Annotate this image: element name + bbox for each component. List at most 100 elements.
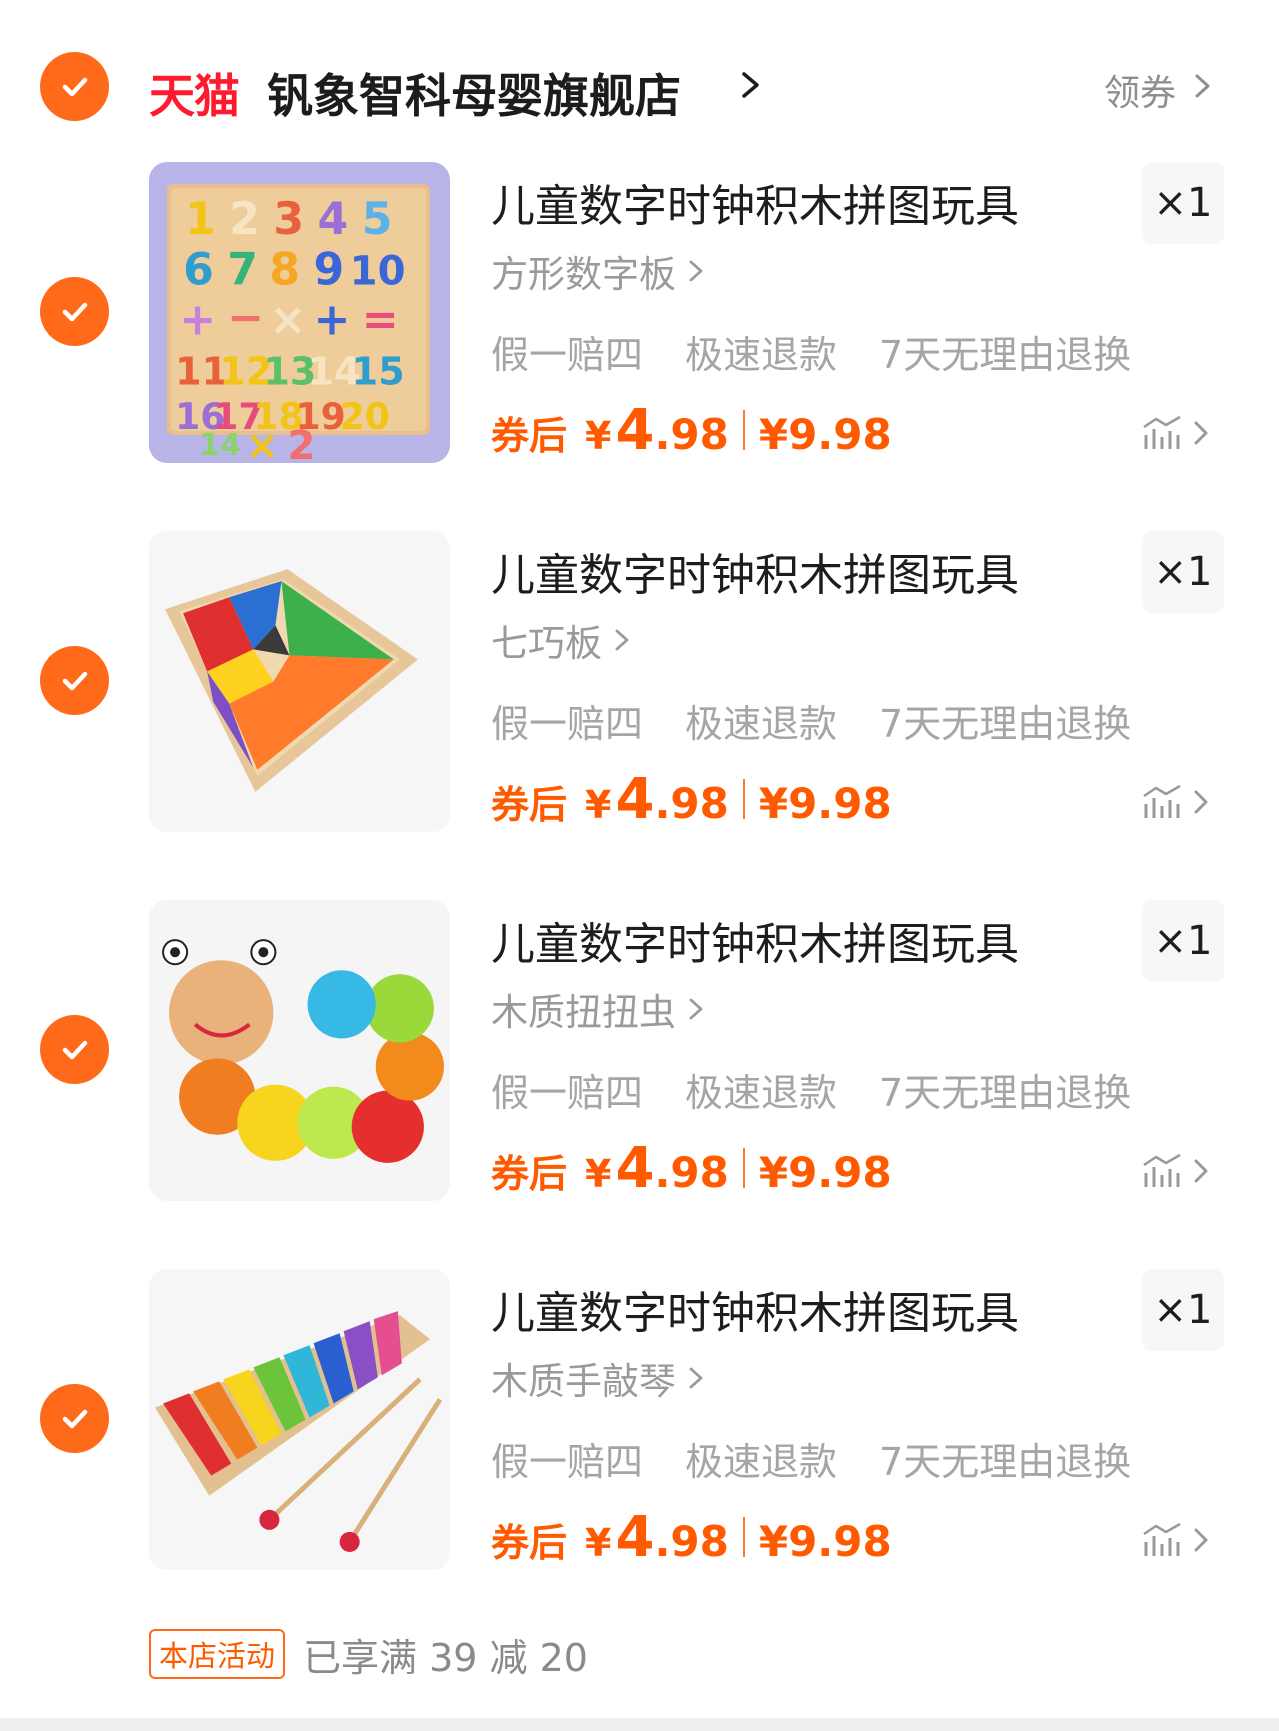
chevron-right-icon <box>689 1367 703 1389</box>
guarantee-tag: 假一赔四 <box>491 1440 644 1484</box>
svg-text:=: = <box>362 295 399 346</box>
price-divider <box>742 1148 745 1188</box>
price-divider <box>742 410 745 450</box>
checkmark-icon <box>62 1040 87 1059</box>
currency-symbol: ¥ <box>585 414 612 458</box>
svg-text:8: 8 <box>269 244 300 295</box>
original-price: ¥9.98 <box>758 410 892 459</box>
cart-item: 儿童数字时钟积木拼图玩具 ×1 七巧板 假一赔四 极速退款 7天无理由退换 券后 ¥… <box>0 531 1279 836</box>
chevron-right-icon <box>615 629 629 651</box>
guarantee-tag: 极速退款 <box>685 1071 838 1115</box>
cart-item: 儿童数字时钟积木拼图玩具 ×1 木质扭扭虫 假一赔四 极速退款 7天无理由退换 券后… <box>0 900 1279 1205</box>
price-label: 券后 <box>491 1521 568 1565</box>
svg-text:+: + <box>179 295 216 346</box>
item-title[interactable]: 儿童数字时钟积木拼图玩具 <box>491 1277 1019 1341</box>
shop-name-link[interactable]: 钒象智科母婴旗舰店 <box>267 60 681 126</box>
svg-text:20: 20 <box>340 395 390 438</box>
item-spec-selector[interactable]: 木质手敲琴 <box>491 1351 706 1405</box>
svg-text:1: 1 <box>185 194 216 245</box>
chevron-right-icon <box>689 998 703 1020</box>
checkmark-icon <box>62 302 87 321</box>
svg-text:2: 2 <box>287 423 315 463</box>
price-row: 券后 ¥ 4 .98 ¥9.98 <box>491 398 892 463</box>
cart-item: 12345 6 7 8 9 10 + − × + = 11 12 13 14 15 16 17 18 19 20… <box>0 162 1279 467</box>
price-row: 券后 ¥ 4 .98 ¥9.98 <box>491 1505 892 1570</box>
price-divider <box>742 1517 745 1557</box>
item-title[interactable]: 儿童数字时钟积木拼图玩具 <box>491 539 1019 603</box>
tmall-logo: 天猫 <box>149 69 240 123</box>
item-select-checkbox[interactable] <box>40 277 109 346</box>
item-spec-selector[interactable]: 方形数字板 <box>491 244 706 298</box>
guarantee-tag: 7天无理由退换 <box>879 333 1132 377</box>
svg-text:×: × <box>245 423 279 463</box>
price-row: 券后 ¥ 4 .98 ¥9.98 <box>491 1136 892 1201</box>
item-select-checkbox[interactable] <box>40 646 109 715</box>
svg-text:5: 5 <box>362 194 393 245</box>
item-select-checkbox[interactable] <box>40 1015 109 1084</box>
checkmark-icon <box>62 671 87 690</box>
original-price: ¥9.98 <box>758 1148 892 1197</box>
item-select-checkbox[interactable] <box>40 1384 109 1453</box>
item-title[interactable]: 儿童数字时钟积木拼图玩具 <box>491 170 1019 234</box>
price-label: 券后 <box>491 1152 568 1196</box>
price-row: 券后 ¥ 4 .98 ¥9.98 <box>491 767 892 832</box>
guarantee-tag: 7天无理由退换 <box>879 702 1132 746</box>
price-trend-icon[interactable] <box>1140 782 1216 822</box>
chevron-right-icon[interactable] <box>738 70 764 100</box>
price-decimal: .98 <box>654 410 729 459</box>
get-coupon-link[interactable]: 领券 <box>1104 64 1176 116</box>
service-guarantees: 假一赔四 极速退款 7天无理由退换 <box>491 324 1173 379</box>
guarantee-tag: 7天无理由退换 <box>879 1440 1132 1484</box>
svg-text:9: 9 <box>314 244 345 295</box>
svg-text:−: − <box>227 293 264 344</box>
currency-symbol: ¥ <box>585 1521 612 1565</box>
guarantee-tag: 假一赔四 <box>491 1071 644 1115</box>
quantity-selector[interactable]: ×1 <box>1142 162 1224 244</box>
tangram-image[interactable] <box>149 531 450 832</box>
original-price: ¥9.98 <box>758 779 892 828</box>
checkmark-icon <box>62 77 87 96</box>
quantity-selector[interactable]: ×1 <box>1142 900 1224 982</box>
guarantee-tag: 极速退款 <box>685 1440 838 1484</box>
item-spec-label: 七巧板 <box>491 622 602 665</box>
price-decimal: .98 <box>654 1517 729 1566</box>
price-trend-icon[interactable] <box>1140 413 1216 453</box>
price-integer: 4 <box>615 398 655 463</box>
item-spec-selector[interactable]: 七巧板 <box>491 613 632 667</box>
store-promotion[interactable]: 本店活动 已享满 39 减 20 <box>149 1629 588 1680</box>
svg-text:6: 6 <box>183 244 214 295</box>
item-spec-label: 木质扭扭虫 <box>491 991 676 1034</box>
item-spec-selector[interactable]: 木质扭扭虫 <box>491 982 706 1036</box>
currency-symbol: ¥ <box>585 783 612 827</box>
original-price: ¥9.98 <box>758 1517 892 1566</box>
shop-select-checkbox[interactable] <box>40 52 109 121</box>
service-guarantees: 假一赔四 极速退款 7天无理由退换 <box>491 1431 1173 1486</box>
price-decimal: .98 <box>654 1148 729 1197</box>
number-puzzle-board-image[interactable]: 12345 6 7 8 9 10 + − × + = 11 12 13 14 15 16 17 18 19 20… <box>149 162 450 463</box>
shop-header: 天猫 钒象智科母婴旗舰店 领券 <box>0 42 1279 130</box>
price-label: 券后 <box>491 783 568 827</box>
item-title[interactable]: 儿童数字时钟积木拼图玩具 <box>491 908 1019 972</box>
guarantee-tag: 假一赔四 <box>491 702 644 746</box>
item-spec-label: 方形数字板 <box>491 253 676 296</box>
svg-text:15: 15 <box>352 350 405 394</box>
chevron-right-icon <box>689 260 703 282</box>
promotion-badge: 本店活动 <box>149 1629 286 1679</box>
promotion-text: 已享满 39 减 20 <box>303 1635 588 1680</box>
section-divider <box>0 1718 1279 1731</box>
svg-text:3: 3 <box>273 194 304 245</box>
quantity-selector[interactable]: ×1 <box>1142 1269 1224 1351</box>
wooden-caterpillar-image[interactable] <box>149 900 450 1201</box>
xylophone-image[interactable] <box>149 1269 450 1570</box>
currency-symbol: ¥ <box>585 1152 612 1196</box>
guarantee-tag: 假一赔四 <box>491 333 644 377</box>
svg-text:2: 2 <box>229 194 260 245</box>
price-integer: 4 <box>615 1136 655 1201</box>
service-guarantees: 假一赔四 极速退款 7天无理由退换 <box>491 693 1173 748</box>
price-trend-icon[interactable] <box>1140 1520 1216 1560</box>
price-trend-icon[interactable] <box>1140 1151 1216 1191</box>
quantity-selector[interactable]: ×1 <box>1142 531 1224 613</box>
chevron-right-icon[interactable] <box>1192 72 1214 100</box>
svg-text:+: + <box>314 295 351 346</box>
service-guarantees: 假一赔四 极速退款 7天无理由退换 <box>491 1062 1173 1117</box>
